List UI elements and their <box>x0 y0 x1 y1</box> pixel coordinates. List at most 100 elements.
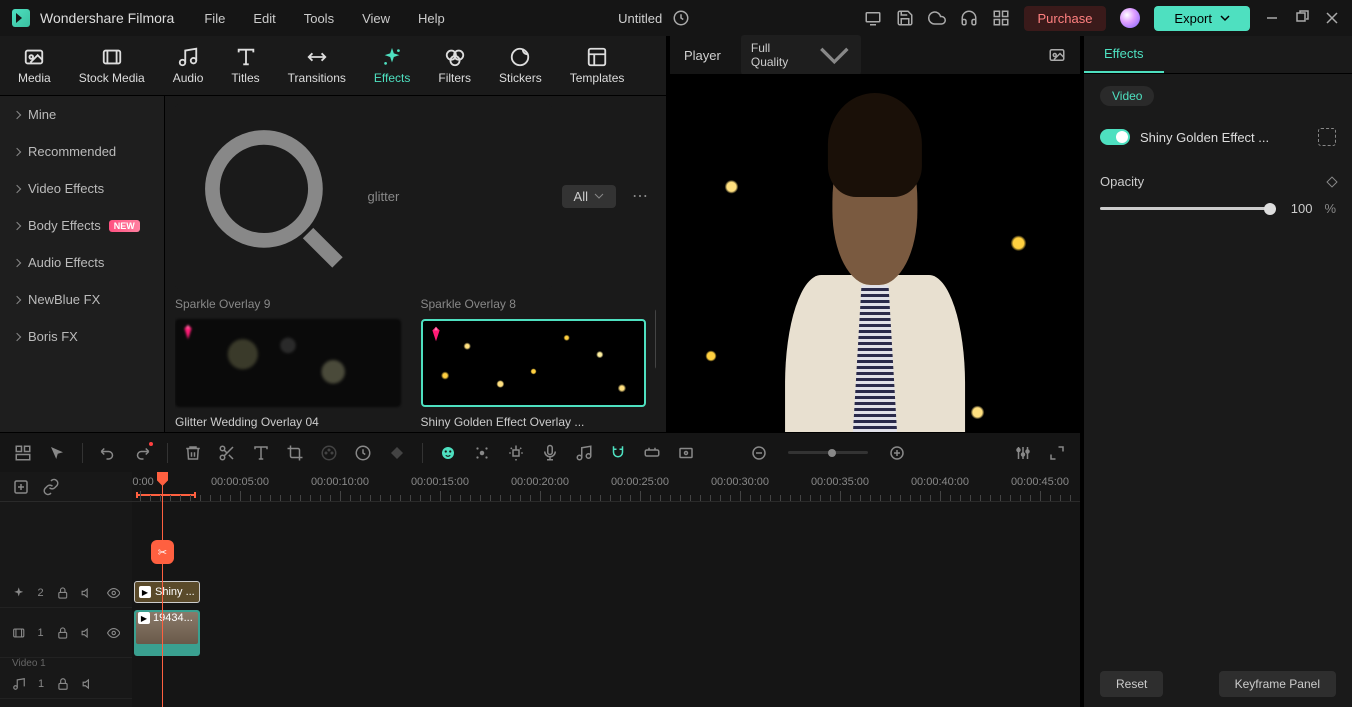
scissors-icon[interactable]: ✂ <box>151 540 174 564</box>
project-title[interactable]: Untitled <box>618 11 662 26</box>
video-pill[interactable]: Video <box>1100 86 1154 106</box>
sidebar-item-audio-effects[interactable]: Audio Effects <box>0 244 164 281</box>
text-icon[interactable] <box>252 444 270 462</box>
effect-toggle[interactable] <box>1100 129 1130 145</box>
magnet-icon[interactable] <box>609 444 627 462</box>
export-button[interactable]: Export <box>1154 6 1250 31</box>
lock-icon[interactable] <box>56 626 69 640</box>
link-icon[interactable] <box>643 444 661 462</box>
eye-icon[interactable] <box>107 586 120 600</box>
tab-transitions[interactable]: Transitions <box>280 41 354 90</box>
tab-effects[interactable]: Effects <box>366 41 418 90</box>
adjust-icon[interactable] <box>677 444 695 462</box>
sidebar-item-video-effects[interactable]: Video Effects <box>0 170 164 207</box>
close-icon[interactable] <box>1324 10 1340 26</box>
sidebar-item-recommended[interactable]: Recommended <box>0 133 164 170</box>
keyframe-icon[interactable] <box>1326 176 1337 187</box>
link-tracks-icon[interactable] <box>42 478 60 496</box>
sidebar-item-newblue[interactable]: NewBlue FX <box>0 281 164 318</box>
lock-icon[interactable] <box>56 586 69 600</box>
audio-tl-icon[interactable] <box>575 444 593 462</box>
cloud-sync-icon[interactable] <box>672 9 690 27</box>
zoom-slider[interactable] <box>788 451 868 454</box>
tab-filters[interactable]: Filters <box>430 41 479 90</box>
playhead[interactable]: ✂ <box>162 472 163 707</box>
audio-track[interactable] <box>132 672 1080 702</box>
device-icon[interactable] <box>864 9 882 27</box>
tab-titles[interactable]: Titles <box>223 41 267 90</box>
color-icon[interactable] <box>320 444 338 462</box>
speed-icon[interactable] <box>354 444 372 462</box>
effect-thumb[interactable] <box>175 319 401 407</box>
lock-icon[interactable] <box>56 677 70 691</box>
cloud-icon[interactable] <box>928 9 946 27</box>
reset-effect-icon[interactable] <box>1318 128 1336 146</box>
quality-dropdown[interactable]: Full Quality <box>741 35 861 76</box>
tab-stock[interactable]: Stock Media <box>71 41 153 90</box>
tab-audio[interactable]: Audio <box>165 41 212 90</box>
timeline-ruler[interactable]: 00:0000:00:05:0000:00:10:0000:00:15:0000… <box>132 472 1080 502</box>
more-icon[interactable]: ⋯ <box>626 186 656 206</box>
mute-icon[interactable] <box>82 677 96 691</box>
tab-templates[interactable]: Templates <box>562 41 633 90</box>
fx-track-header[interactable]: 2 <box>0 578 132 608</box>
mute-icon[interactable] <box>81 626 94 640</box>
menu-view[interactable]: View <box>362 11 390 26</box>
fx-track[interactable]: ▶Shiny ... <box>132 578 1080 608</box>
opacity-slider[interactable] <box>1100 207 1270 210</box>
mixer-icon[interactable] <box>1014 444 1032 462</box>
layout-icon[interactable] <box>14 444 32 462</box>
effect-clip[interactable]: ▶Shiny ... <box>134 581 200 603</box>
maximize-icon[interactable] <box>1294 10 1310 26</box>
crop-icon[interactable] <box>286 444 304 462</box>
reset-button[interactable]: Reset <box>1100 671 1163 697</box>
search-input-wrapper[interactable] <box>175 104 552 289</box>
opacity-value[interactable]: 100 <box>1282 201 1312 216</box>
undo-icon[interactable] <box>99 444 117 462</box>
eye-icon[interactable] <box>107 626 120 640</box>
sidebar-item-boris[interactable]: Boris FX <box>0 318 164 355</box>
redo-icon[interactable] <box>133 444 151 462</box>
cursor-icon[interactable] <box>48 444 66 462</box>
tab-stickers[interactable]: Stickers <box>491 41 550 90</box>
search-input[interactable] <box>368 189 544 204</box>
audio-track-header[interactable]: 1 <box>0 669 132 699</box>
properties-panel: Effects Video Shiny Golden Effect ... Op… <box>1080 36 1352 707</box>
add-track-icon[interactable] <box>12 478 30 496</box>
keyframe-panel-button[interactable]: Keyframe Panel <box>1219 671 1336 697</box>
minimize-icon[interactable] <box>1264 10 1280 26</box>
effect-title: Glitter Wedding Overlay 04 <box>175 415 401 429</box>
video-clip[interactable]: ▶19434... <box>134 610 200 656</box>
headphones-icon[interactable] <box>960 9 978 27</box>
sidebar-item-mine[interactable]: Mine <box>0 96 164 133</box>
mic-icon[interactable] <box>541 444 559 462</box>
grid-icon[interactable] <box>992 9 1010 27</box>
tab-media[interactable]: Media <box>10 41 59 90</box>
video-track-header[interactable]: 1 <box>0 608 132 658</box>
ai-icon[interactable] <box>439 444 457 462</box>
range-marker[interactable] <box>136 494 196 496</box>
zoom-out-icon[interactable] <box>750 444 768 462</box>
menu-edit[interactable]: Edit <box>253 11 275 26</box>
menu-tools[interactable]: Tools <box>304 11 334 26</box>
effects-tl-icon[interactable] <box>473 444 491 462</box>
purchase-button[interactable]: Purchase <box>1024 6 1107 31</box>
video-track[interactable]: ▶19434... <box>132 608 1080 658</box>
menu-file[interactable]: File <box>204 11 225 26</box>
panel-tab-effects[interactable]: Effects <box>1084 36 1164 73</box>
sidebar-item-body-effects[interactable]: Body EffectsNEW <box>0 207 164 244</box>
mute-icon[interactable] <box>81 586 94 600</box>
zoom-in-icon[interactable] <box>888 444 906 462</box>
menu-help[interactable]: Help <box>418 11 445 26</box>
effect-thumb-selected[interactable] <box>421 319 647 407</box>
filter-dropdown[interactable]: All <box>562 185 616 208</box>
split-icon[interactable] <box>218 444 236 462</box>
premium-icon <box>179 323 197 341</box>
expand-icon[interactable] <box>1048 444 1066 462</box>
marker-icon[interactable] <box>507 444 525 462</box>
save-icon[interactable] <box>896 9 914 27</box>
account-avatar[interactable] <box>1120 8 1140 28</box>
keyframe-tl-icon[interactable] <box>388 444 406 462</box>
snapshot-icon[interactable] <box>1048 46 1066 64</box>
delete-icon[interactable] <box>184 444 202 462</box>
